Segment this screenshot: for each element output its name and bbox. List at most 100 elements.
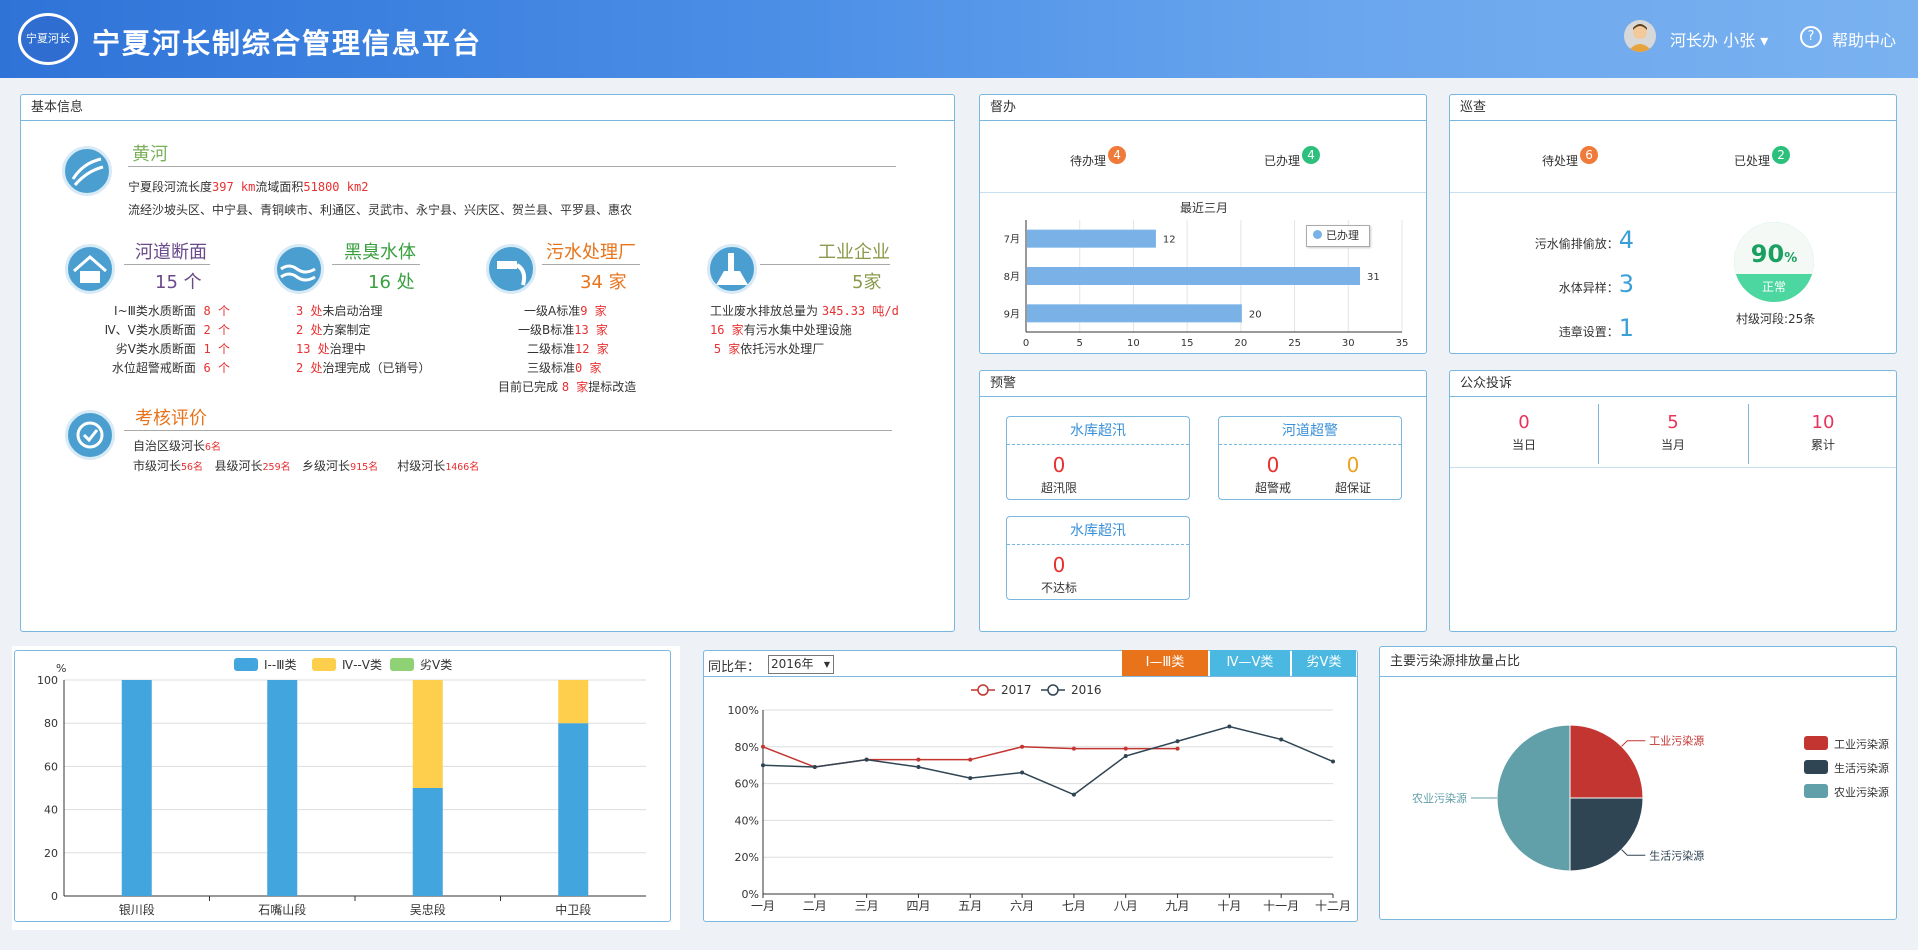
caret-down-icon: ▼ bbox=[823, 660, 830, 669]
complaint-total[interactable]: 10 累计 bbox=[1749, 412, 1897, 453]
legend-label: Ⅰ--Ⅲ类 bbox=[264, 658, 296, 672]
legend-swatch bbox=[390, 658, 414, 671]
data-point bbox=[812, 765, 817, 770]
tab-class-4-5[interactable]: Ⅳ—Ⅴ类 bbox=[1210, 650, 1290, 676]
y-tick-label: 8月 bbox=[1004, 271, 1020, 283]
help-center-link[interactable]: 帮助中心 bbox=[1832, 27, 1896, 51]
pie-slice bbox=[1569, 724, 1644, 799]
assess-title: 考核评价 bbox=[135, 408, 207, 429]
y-tick-label: 80% bbox=[735, 741, 759, 754]
tab-class-1-3[interactable]: Ⅰ—Ⅲ类 bbox=[1122, 650, 1208, 676]
box-label: 超汛限 bbox=[1040, 481, 1077, 495]
complaint-today[interactable]: 0 当日 bbox=[1450, 412, 1598, 453]
water-quality-stacked-bar-chart: Ⅰ--Ⅲ类 Ⅳ--Ⅴ类 劣Ⅴ类%020406080100银川段 石嘴山段 吴忠段 中卫段 bbox=[37, 658, 646, 917]
divider bbox=[124, 430, 892, 431]
data-point bbox=[1071, 746, 1076, 751]
x-tick-label: 一月 bbox=[751, 899, 775, 913]
card-title: 污水处理厂 bbox=[546, 242, 636, 263]
data-point bbox=[1071, 792, 1076, 797]
x-tick-label: 石嘴山段 bbox=[258, 902, 306, 917]
gauge-caption: 村级河段:25条 bbox=[1736, 312, 1816, 326]
legend-label: 生活污染源 bbox=[1834, 761, 1889, 775]
y-tick-label: 60% bbox=[735, 778, 759, 791]
box-value: 0 bbox=[1266, 453, 1280, 477]
series-line bbox=[762, 725, 1334, 796]
bar-value-label: 31 bbox=[1367, 272, 1380, 283]
reservoir-warning-box[interactable]: 水库超汛 0 超汛限 bbox=[1006, 416, 1190, 500]
section-icon bbox=[65, 244, 115, 294]
legend-swatch bbox=[1804, 760, 1828, 774]
year-select[interactable]: 2016年 ▼ bbox=[768, 655, 834, 674]
status-gauge: 90% 正常 bbox=[1734, 222, 1814, 302]
assess-line-2: 市级河长56名 县级河长259名 乡级河长915名 村级河长1466名 bbox=[133, 459, 480, 473]
x-tick-label: 15 bbox=[1181, 338, 1194, 349]
pending-count[interactable]: 待处理 6 bbox=[1542, 146, 1599, 169]
panel-title: 公众投诉 bbox=[1450, 371, 1896, 397]
user-name: 河长办 小张 bbox=[1670, 31, 1756, 50]
river-warning-box[interactable]: 河道超警 0 超警戒 0 超保证 bbox=[1218, 416, 1402, 500]
complaint-month[interactable]: 5 当月 bbox=[1599, 412, 1747, 453]
box-value: 0 bbox=[1052, 553, 1066, 577]
x-tick-label: 三月 bbox=[855, 899, 879, 913]
card-title: 河道断面 bbox=[135, 242, 207, 263]
label-leader bbox=[1621, 849, 1646, 856]
x-tick-label: 10 bbox=[1127, 338, 1140, 349]
avatar[interactable] bbox=[1624, 20, 1656, 52]
pending-count[interactable]: 待办理 4 bbox=[1070, 146, 1127, 169]
x-tick-label: 35 bbox=[1396, 338, 1409, 349]
y-tick-label: 100% bbox=[728, 704, 759, 717]
divider bbox=[332, 264, 420, 265]
bar-value-label: 20 bbox=[1249, 309, 1262, 320]
card-count: 34 家 bbox=[580, 272, 627, 293]
y-tick-label: 9月 bbox=[1004, 308, 1020, 320]
label-leader bbox=[1621, 740, 1646, 747]
divider bbox=[980, 192, 1426, 193]
x-tick-label: 八月 bbox=[1114, 899, 1138, 913]
panel-title: 巡查 bbox=[1450, 95, 1896, 121]
bar-segment bbox=[558, 723, 589, 896]
pollution-pie-chart: 工业污染源生活污染源农业污染源工业污染源生活污染源农业污染源 bbox=[1412, 724, 1889, 872]
x-tick-label: 十月 bbox=[1217, 899, 1241, 913]
compare-label: 同比年： bbox=[708, 660, 761, 675]
x-tick-label: 七月 bbox=[1062, 899, 1086, 913]
chart-legend[interactable]: 已办理 bbox=[1306, 225, 1370, 247]
x-tick-label: 九月 bbox=[1166, 899, 1190, 913]
app-title: 宁夏河长制综合管理信息平台 bbox=[92, 27, 483, 60]
done-count[interactable]: 已办理 4 bbox=[1264, 146, 1321, 169]
divider bbox=[760, 264, 890, 265]
user-menu[interactable]: 河长办 小张 ▾ bbox=[1670, 27, 1768, 51]
box-title: 河道超警 bbox=[1219, 417, 1401, 445]
patrol-issue-list: 污水偷排偷放：4 水体异样：3 违章设置：1 bbox=[1534, 226, 1634, 342]
x-tick-label: 25 bbox=[1288, 338, 1301, 349]
x-tick-label: 六月 bbox=[1010, 899, 1034, 913]
data-point bbox=[761, 744, 765, 749]
card-count: 15 个 bbox=[155, 272, 202, 293]
box-title: 水库超汛 bbox=[1007, 517, 1189, 545]
card-rows: Ⅰ~Ⅲ类水质断面 8 个 Ⅳ、Ⅴ类水质断面 2 个 劣Ⅴ类水质断面 1 个 水位… bbox=[104, 304, 230, 375]
card-count: 5家 bbox=[852, 272, 882, 293]
tab-class-below-5[interactable]: 劣Ⅴ类 bbox=[1292, 650, 1356, 676]
data-point bbox=[1331, 759, 1335, 764]
card-title: 黑臭水体 bbox=[344, 242, 416, 263]
y-tick-label: 80 bbox=[44, 717, 58, 730]
help-icon[interactable]: ? bbox=[1800, 26, 1822, 48]
panel-title: 预警 bbox=[980, 371, 1426, 397]
box-label: 不达标 bbox=[1040, 581, 1077, 595]
done-count[interactable]: 已处理 2 bbox=[1734, 146, 1791, 169]
y-tick-label: 40 bbox=[44, 804, 58, 817]
card-title: 工业企业 bbox=[818, 242, 890, 263]
card-count: 16 处 bbox=[368, 272, 415, 293]
data-point bbox=[1020, 744, 1025, 749]
box-title: 水库超汛 bbox=[1007, 417, 1189, 445]
x-tick-label: 十二月 bbox=[1315, 899, 1351, 913]
legend-marker bbox=[1047, 684, 1059, 696]
y-tick-label: 100 bbox=[37, 674, 58, 687]
bar bbox=[1027, 304, 1242, 323]
reservoir-standard-box[interactable]: 水库超汛 0 不达标 bbox=[1006, 516, 1190, 600]
y-tick-label: 7月 bbox=[1004, 234, 1020, 246]
box-label: 超保证 bbox=[1334, 481, 1371, 495]
y-tick-label: 20% bbox=[735, 851, 759, 864]
pie-slice bbox=[1569, 797, 1644, 872]
x-tick-label: 30 bbox=[1342, 338, 1355, 349]
data-point bbox=[916, 757, 921, 762]
